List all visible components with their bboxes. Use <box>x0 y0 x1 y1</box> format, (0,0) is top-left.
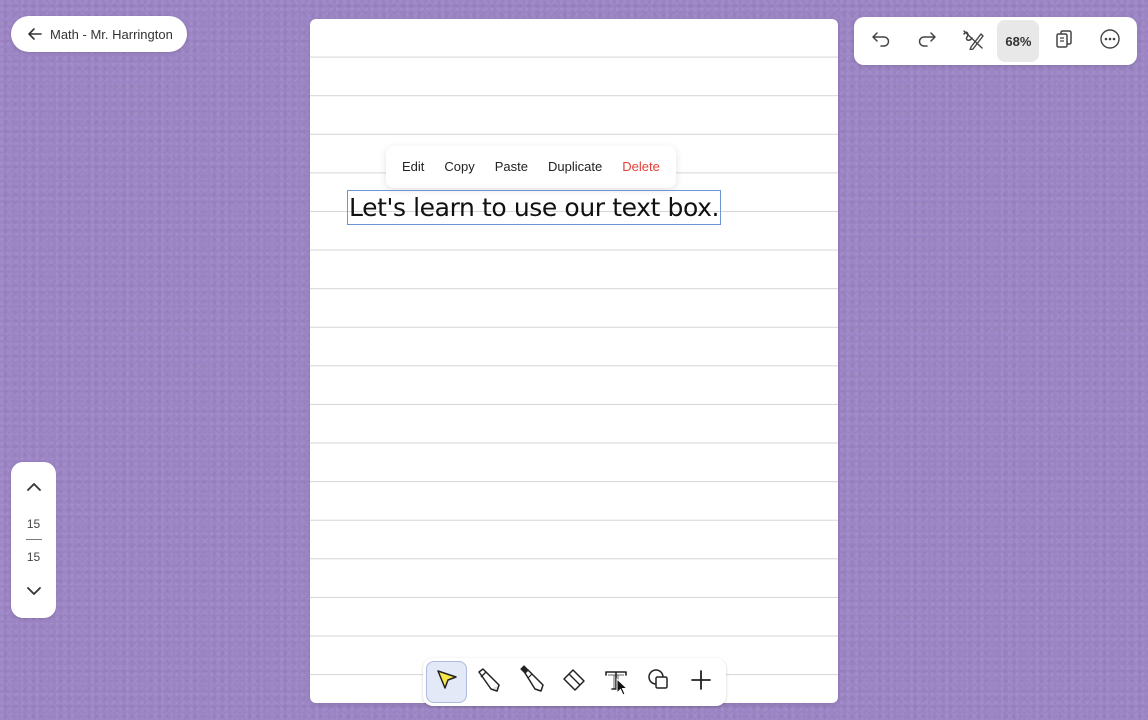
current-page-number: 15 <box>26 517 41 531</box>
edit-menu-item[interactable]: Edit <box>392 146 434 188</box>
text-box-context-menu: Edit Copy Paste Duplicate Delete <box>386 146 676 188</box>
pages-button[interactable] <box>1043 20 1085 62</box>
text-tool-icon <box>602 666 630 699</box>
eraser-tool-button[interactable] <box>553 661 594 703</box>
add-icon <box>690 669 712 696</box>
duplicate-menu-item[interactable]: Duplicate <box>538 146 612 188</box>
pencil-tool-button[interactable] <box>468 661 509 703</box>
undo-icon <box>871 31 891 52</box>
next-page-button[interactable] <box>11 578 56 606</box>
pen-tool-icon <box>961 28 985 55</box>
total-page-count: 15 <box>26 550 41 564</box>
marker-tool-button[interactable] <box>511 661 552 703</box>
copy-menu-item[interactable]: Copy <box>434 146 484 188</box>
chevron-up-icon <box>26 479 42 497</box>
text-tool-button[interactable] <box>596 661 637 703</box>
notebook-title: Math - Mr. Harrington <box>50 26 173 42</box>
shapes-tool-icon <box>645 666 673 699</box>
drawing-toolbar <box>423 658 726 706</box>
pen-mode-button[interactable] <box>952 20 994 62</box>
delete-menu-item[interactable]: Delete <box>612 146 670 188</box>
pointer-tool-icon <box>434 667 460 698</box>
page-divider <box>26 539 42 540</box>
arrow-left-icon <box>27 27 42 41</box>
pages-icon <box>1055 29 1073 54</box>
ruled-lines <box>310 19 838 703</box>
page-navigator: 15 15 <box>11 462 56 618</box>
top-toolbar: 68% <box>854 17 1137 65</box>
notebook-page[interactable] <box>310 19 838 703</box>
previous-page-button[interactable] <box>11 474 56 502</box>
back-button[interactable]: Math - Mr. Harrington <box>11 16 187 52</box>
zoom-level-button[interactable]: 68% <box>997 20 1040 62</box>
add-tool-button[interactable] <box>681 661 722 703</box>
eraser-tool-icon <box>559 665 589 700</box>
redo-icon <box>917 31 937 52</box>
redo-button[interactable] <box>906 20 948 62</box>
pointer-tool-button[interactable] <box>426 661 468 703</box>
chevron-down-icon <box>26 583 42 601</box>
more-button[interactable] <box>1089 20 1131 62</box>
paste-menu-item[interactable]: Paste <box>485 146 538 188</box>
undo-button[interactable] <box>860 20 902 62</box>
marker-tool-icon <box>515 663 549 702</box>
shapes-tool-button[interactable] <box>638 661 679 703</box>
pencil-tool-icon <box>474 665 504 700</box>
more-icon <box>1099 28 1121 55</box>
selected-text-box[interactable]: Let's learn to use our text box. <box>347 190 721 225</box>
